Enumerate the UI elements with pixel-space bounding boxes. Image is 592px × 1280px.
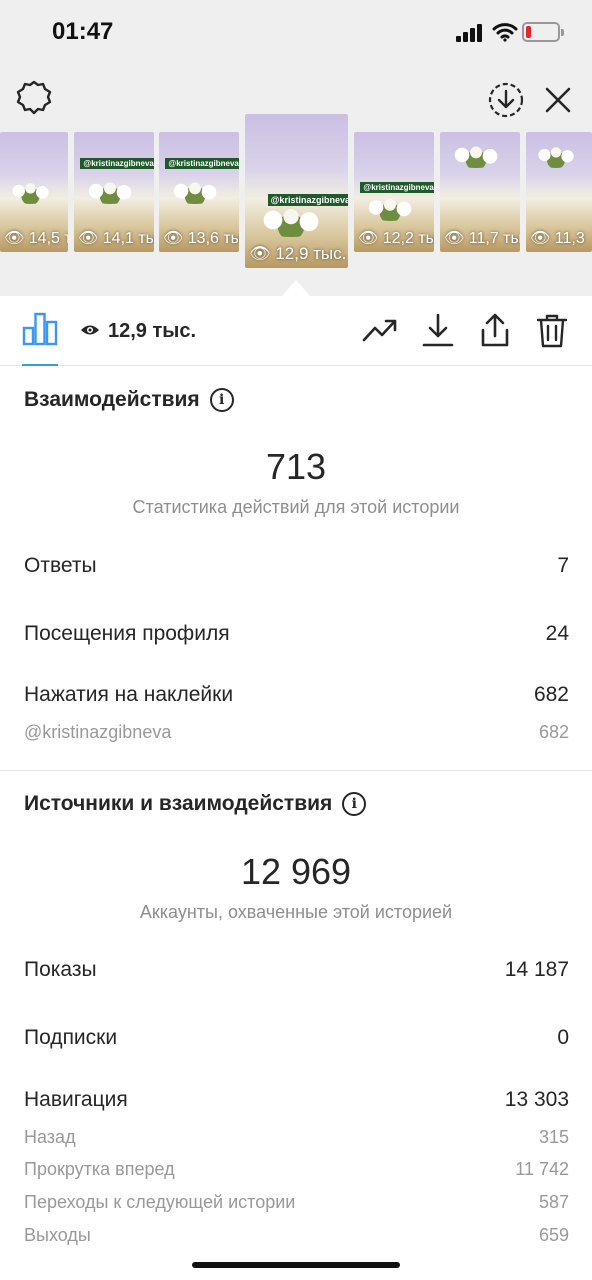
stat-label: Подписки [24,1026,118,1049]
stat-value: 682 [533,683,569,706]
download-icon [422,313,454,347]
bar-chart-icon [22,312,58,346]
stat-subrow-next-story: Переходы к следующей истории 587 [24,1192,569,1213]
tab-underline [22,364,58,366]
stat-row-navigation: Навигация 13 303 [24,1088,569,1112]
download-circle-icon [488,82,524,118]
save-story-button[interactable] [484,78,528,122]
stat-row-sticker-taps: Нажатия на наклейки 682 [24,683,569,707]
story-views: 👁 12,9 тыс. [249,244,347,263]
interactions-total: 713 [265,446,327,487]
discovery-section-title: Источники и взаимодействия i [24,792,367,816]
stat-label: Прокрутка вперед [24,1159,175,1179]
status-bar: 01:47 [0,0,592,64]
story-views: 👁 11,3 [530,230,585,247]
story-thumbnail[interactable]: 👁 11,7 тыс. [440,132,520,252]
share-button[interactable] [477,312,513,348]
interactions-section-title: Взаимодействия i [24,388,234,412]
insights-tab[interactable] [22,312,58,346]
status-time: 01:47 [52,18,114,45]
stat-label: Ответы [24,554,97,577]
stat-value: 587 [538,1192,569,1212]
story-thumbnail[interactable]: @kristinazgibneva 👁 14,1 тыс. [74,132,154,252]
stat-value: 24 [545,622,569,645]
stat-row-impressions: Показы 14 187 [24,958,569,982]
interactions-caption: Статистика действий для этой истории [132,497,460,517]
stat-label: Выходы [24,1225,91,1245]
info-icon[interactable]: i [342,792,367,816]
promote-button[interactable] [362,312,398,348]
stat-row-replies: Ответы 7 [24,554,569,578]
story-views: 👁 14,5 тыс. [4,230,68,247]
wifi-icon [492,23,518,42]
delete-button[interactable] [534,312,570,348]
story-views-count: 12,9 тыс. [108,320,197,342]
close-button[interactable] [536,78,580,122]
stat-value: 0 [557,1026,569,1049]
trending-up-icon [362,319,397,342]
stat-value: 13 303 [504,1088,569,1111]
stat-row-profile-visits: Посещения профиля 24 [24,622,569,646]
stat-label: Переходы к следующей истории [24,1192,296,1212]
stat-subrow-forward: Прокрутка вперед 11 742 [24,1159,569,1180]
settings-button[interactable] [14,78,54,118]
story-thumbnail-selected[interactable]: @kristinazgibneva 👁 12,9 тыс. [245,114,348,268]
stat-value: 7 [557,554,569,577]
share-icon [481,313,509,347]
stat-subrow-mention: @kristinazgibneva 682 [24,722,569,743]
discovery-caption: Аккаунты, охваченные этой историей [139,902,453,922]
story-views: 👁 11,7 тыс. [444,230,520,247]
story-mention-tag: @kristinazgibneva [80,158,154,170]
story-mention-tag: @kristinazgibneva [165,158,239,170]
stat-label: Посещения профиля [24,622,230,645]
stat-label: Нажатия на наклейки [24,683,234,706]
download-button[interactable] [420,312,456,348]
stat-label: Навигация [24,1088,128,1111]
stat-subrow-exits: Выходы 659 [24,1225,569,1246]
selected-story-pointer [282,280,310,296]
story-toolbar: 12,9 тыс. [0,296,592,366]
story-carousel-area: 👁 14,5 тыс. @kristinazgibneva 👁 14,1 тыс… [0,64,592,296]
info-icon[interactable]: i [209,388,234,412]
story-mention-tag: @kristinazgibneva [360,182,434,194]
section-divider [0,770,592,771]
stat-value: 14 187 [504,958,569,981]
story-thumbnail[interactable]: 👁 11,3 [526,132,592,252]
interactions-title: Взаимодействия [24,388,200,411]
stat-value: 682 [538,722,569,742]
stat-row-follows: Подписки 0 [24,1026,569,1050]
stat-value: 11 742 [515,1159,569,1179]
home-indicator[interactable] [192,1262,400,1268]
story-views: 👁 13,6 тыс. [163,230,239,247]
stat-label: Назад [24,1127,76,1147]
stat-value: 315 [538,1127,569,1147]
battery-level [526,26,531,38]
story-views: 👁 14,1 тыс. [78,230,154,247]
eye-icon [81,325,99,335]
discovery-total: 12 969 [240,851,352,892]
discovery-title: Источники и взаимодействия [24,792,333,815]
trash-icon [536,314,568,348]
gear-icon [16,80,52,115]
story-thumbnail[interactable]: @kristinazgibneva 👁 13,6 тыс. [159,132,239,252]
story-thumbnail[interactable]: 👁 14,5 тыс. [0,132,68,252]
stat-value: 659 [538,1225,569,1245]
stat-label: Показы [24,958,97,981]
close-icon [545,87,571,113]
battery-icon [522,22,564,42]
stat-subrow-back: Назад 315 [24,1127,569,1148]
story-views: 👁 12,2 тыс. [358,230,434,247]
story-thumbnail[interactable]: @kristinazgibneva 👁 12,2 тыс. [354,132,434,252]
stat-label: @kristinazgibneva [24,722,172,742]
signal-icon [456,24,484,42]
